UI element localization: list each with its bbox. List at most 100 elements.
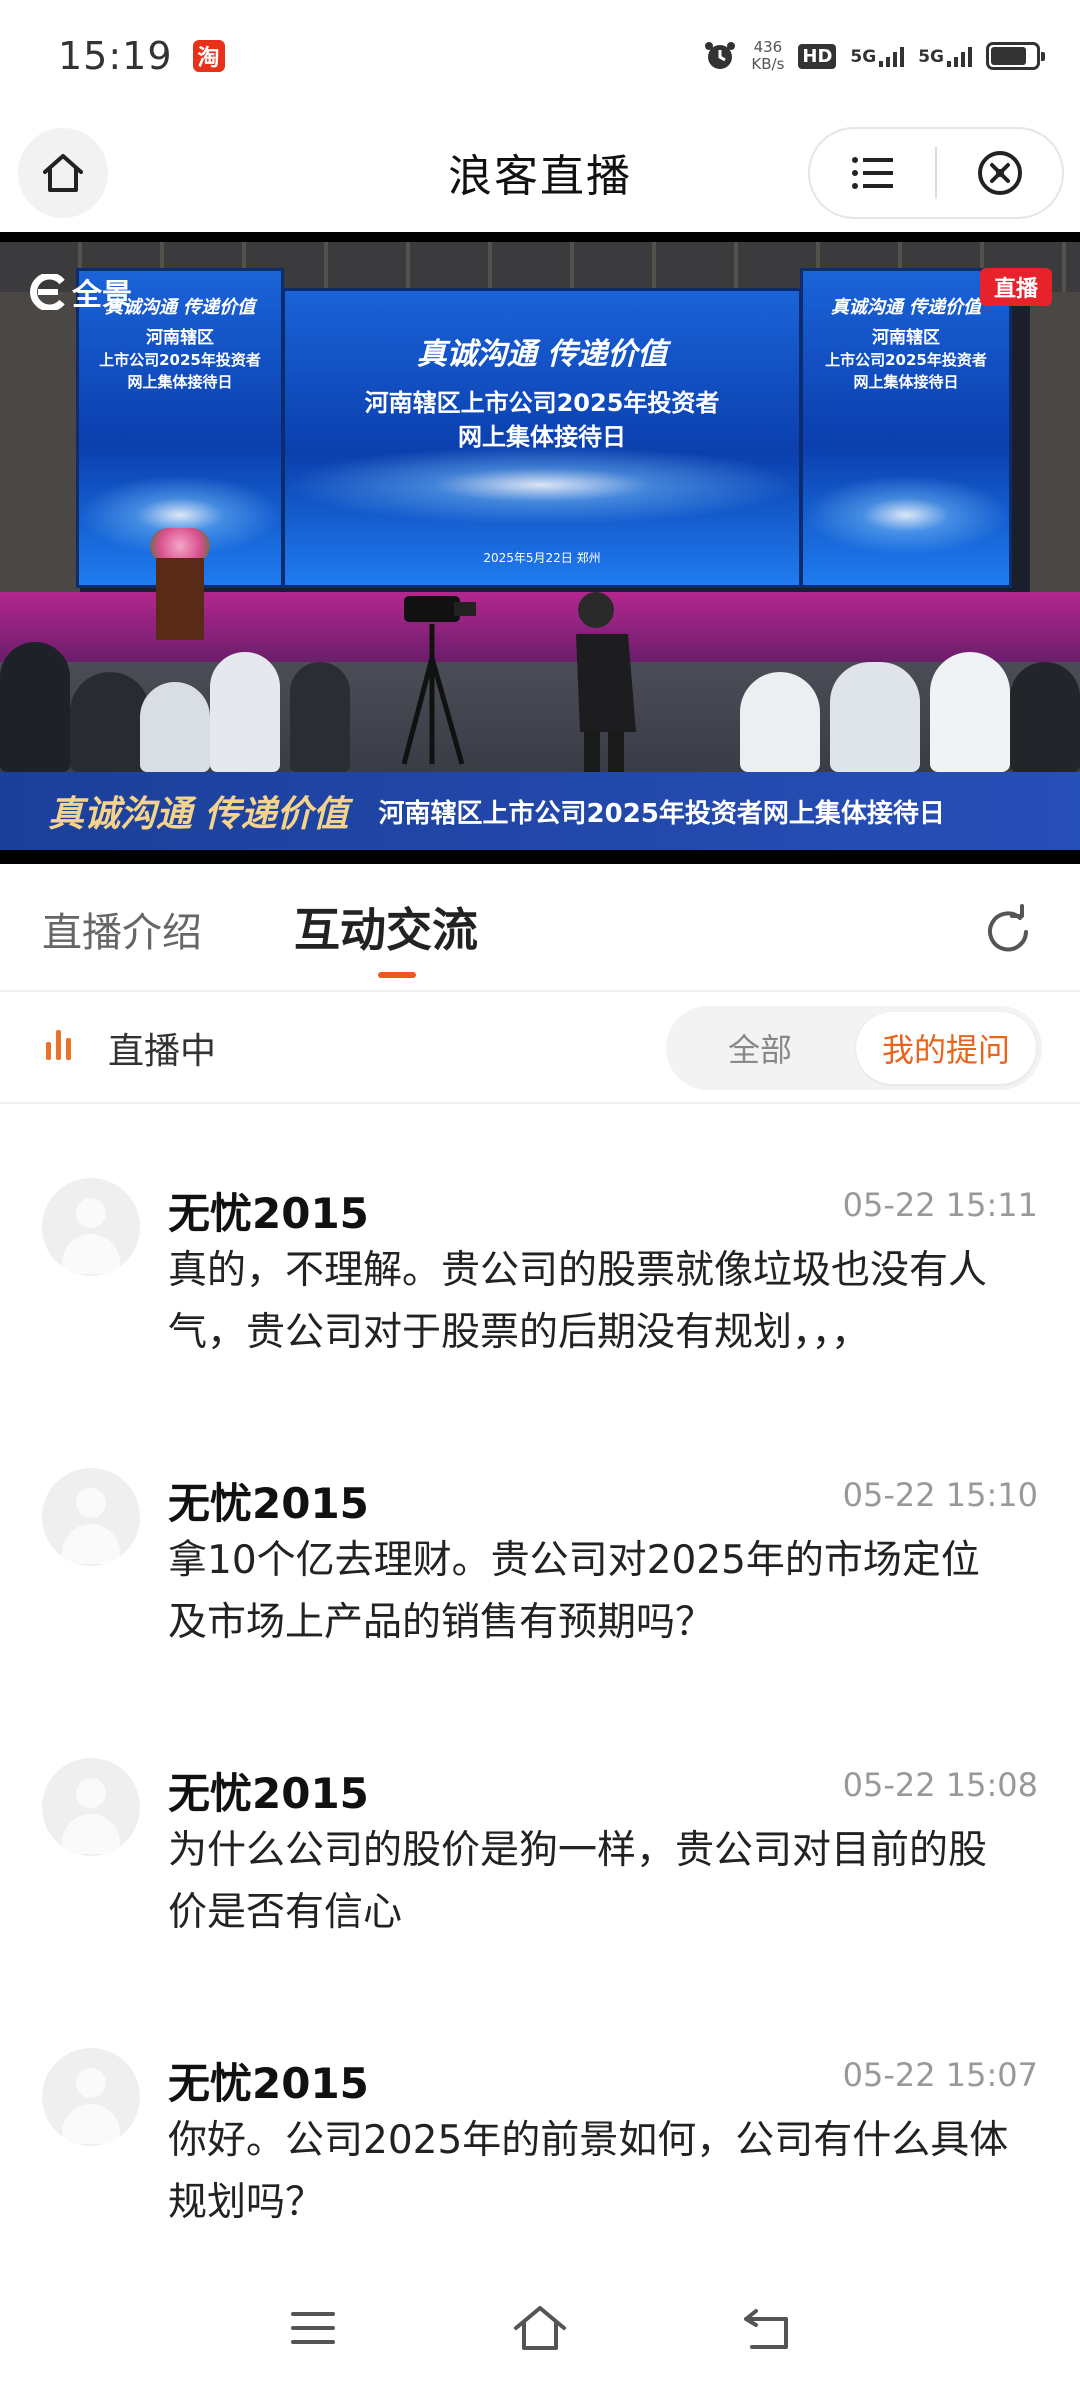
video-top-border [0, 232, 1080, 242]
battery-icon [986, 42, 1045, 70]
filter-my-questions-button[interactable]: 我的提问 [856, 1012, 1036, 1084]
audience-member [830, 662, 920, 772]
screen-left-line2: 上市公司2025年投资者 [99, 351, 261, 369]
quanjing-logo-icon [30, 274, 65, 310]
screen-light-beam [803, 475, 1009, 555]
avatar [42, 1468, 140, 1566]
audience-member [0, 642, 70, 772]
content-tabs: 直播介绍 互动交流 [0, 864, 1080, 992]
stage-screen-right: 真诚沟通 传递价值 河南辖区 上市公司2025年投资者 网上集体接待日 [800, 268, 1012, 588]
status-time: 15:19 [58, 34, 173, 78]
screen-main-headline-1: 河南辖区上市公司2025年投资者 [364, 389, 720, 417]
list-item: 无忧2015 05-22 15:07 你好。公司2025年的前景如何，公司有什么… [0, 1974, 1080, 2264]
title-bar: 浪客直播 [0, 112, 1080, 232]
list-icon [851, 157, 893, 189]
sim1-signal: 5G [850, 45, 905, 67]
avatar [42, 2048, 140, 2146]
system-nav-bar [0, 2268, 1080, 2388]
screen-right-line2: 上市公司2025年投资者 [825, 351, 987, 369]
message-text: 真的，不理解。贵公司的股票就像垃圾也没有人气，贵公司对于股票的后期没有规划，，， [168, 1248, 988, 1355]
refresh-icon [988, 904, 1028, 952]
live-equalizer-icon [46, 1028, 71, 1060]
nav-home-button[interactable] [510, 2298, 570, 2358]
sim2-label: 5G [918, 47, 944, 67]
audience-member [140, 682, 210, 772]
video-camera-tripod [401, 596, 476, 765]
mini-program-capsule [808, 127, 1064, 219]
video-podium [156, 558, 204, 640]
battery-fill [991, 47, 1027, 65]
video-bottom-border [0, 850, 1080, 864]
close-button[interactable] [937, 129, 1062, 217]
live-status-row: 直播中 全部 我的提问 [0, 992, 1080, 1104]
home-icon [513, 2306, 566, 2350]
screen-right-line3: 网上集体接待日 [853, 373, 959, 391]
tab-interaction[interactable]: 互动交流 [294, 894, 478, 960]
net-speed: 436 KB/s [751, 39, 784, 73]
tab-live-intro[interactable]: 直播介绍 [42, 900, 202, 958]
audience-member [930, 652, 1010, 772]
screen-left-line3: 网上集体接待日 [127, 373, 233, 391]
message-list: 无忧2015 05-22 15:11 真的，不理解。贵公司的股票就像垃圾也没有人… [0, 1104, 1080, 2264]
stage-screen-main: 真诚沟通 传递价值 河南辖区上市公司2025年投资者 网上集体接待日 2025年… [282, 288, 802, 588]
screen-main-date: 2025年5月22日 郑州 [483, 551, 601, 565]
message-author: 无忧2015 [168, 2059, 369, 2108]
menu-button[interactable] [810, 129, 935, 217]
screen-light-beam [285, 445, 799, 525]
home-icon [43, 154, 83, 192]
message-author: 无忧2015 [168, 1479, 369, 1528]
audience-member [290, 662, 350, 772]
sim1-label: 5G [850, 47, 877, 67]
screen-right-slogan: 真诚沟通 传递价值 [830, 297, 982, 318]
avatar [42, 1758, 140, 1856]
message-author: 无忧2015 [168, 1189, 369, 1238]
message-time: 05-22 15:10 [842, 1476, 1038, 1514]
list-item: 无忧2015 05-22 15:11 真的，不理解。贵公司的股票就像垃圾也没有人… [0, 1104, 1080, 1394]
question-filter-toggle: 全部 我的提问 [666, 1006, 1042, 1090]
banner-slogan: 真诚沟通 传递价值 [48, 793, 349, 835]
screen-left-line1: 河南辖区 [146, 328, 214, 348]
menu-icon [291, 2312, 336, 2344]
video-banner: 真诚沟通 传递价值 河南辖区上市公司2025年投资者网上集体接待日 [0, 772, 1080, 850]
nav-menu-button[interactable] [283, 2298, 343, 2358]
signal-bars-icon [879, 45, 905, 67]
message-time: 05-22 15:08 [842, 1766, 1038, 1804]
audience-member [70, 672, 150, 772]
live-tag: 直播 [979, 268, 1052, 306]
back-icon [743, 2309, 788, 2349]
live-status-label: 直播中 [108, 1031, 217, 1072]
audience-member [740, 672, 820, 772]
list-item: 无忧2015 05-22 15:10 拿10个亿去理财。贵公司对2025年的市场… [0, 1394, 1080, 1684]
status-bar: 15:19 淘 436 KB/s HD 5G 5G [0, 0, 1080, 112]
status-left: 15:19 淘 [58, 34, 225, 78]
audience-member [210, 652, 280, 772]
active-tab-indicator [378, 972, 416, 978]
message-text: 为什么公司的股价是狗一样，贵公司对目前的股价是否有信心 [168, 1828, 988, 1935]
home-button[interactable] [18, 128, 108, 218]
message-text: 你好。公司2025年的前景如何，公司有什么具体规划吗？ [168, 2118, 1009, 2225]
banner-text: 河南辖区上市公司2025年投资者网上集体接待日 [378, 798, 945, 829]
video-logo-text: 全景 [72, 278, 132, 313]
nav-back-button[interactable] [737, 2298, 797, 2358]
hd-badge: HD [798, 43, 837, 69]
screen-main-slogan: 真诚沟通 传递价值 [416, 337, 668, 372]
net-speed-value: 436 [753, 38, 783, 56]
filter-all-button[interactable]: 全部 [666, 1006, 854, 1090]
message-time: 05-22 15:07 [842, 2056, 1038, 2094]
avatar [42, 1178, 140, 1276]
video-logo: 全景 [24, 270, 132, 314]
message-time: 05-22 15:11 [842, 1186, 1038, 1224]
message-author: 无忧2015 [168, 1769, 369, 1818]
status-right: 436 KB/s HD 5G 5G [703, 39, 1045, 73]
sim2-signal: 5G [918, 45, 972, 67]
message-text: 拿10个亿去理财。贵公司对2025年的市场定位及市场上产品的销售有预期吗？ [168, 1538, 980, 1645]
page-title: 浪客直播 [448, 151, 632, 202]
screen-right-line1: 河南辖区 [872, 328, 940, 348]
live-video-player[interactable]: 真诚沟通 传递价值 河南辖区 上市公司2025年投资者 网上集体接待日 真诚沟通… [0, 232, 1080, 864]
audience-member [1010, 662, 1080, 772]
alarm-icon [705, 42, 736, 69]
signal-bars-icon [947, 45, 972, 67]
refresh-button[interactable] [980, 904, 1036, 960]
taobao-app-icon: 淘 [192, 40, 225, 72]
net-speed-unit: KB/s [751, 55, 785, 73]
